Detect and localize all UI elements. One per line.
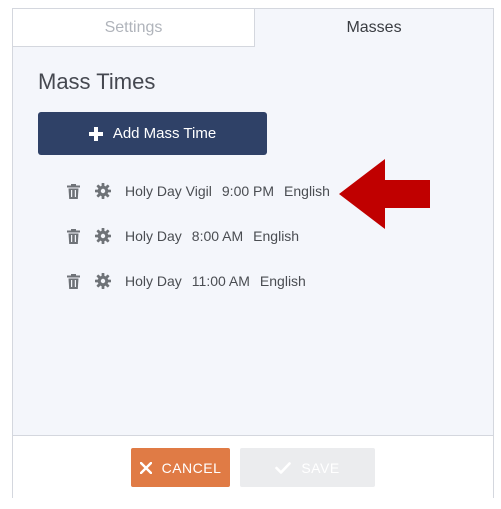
list-item: Holy Day 11:00 AM English xyxy=(65,270,316,292)
mass-time: 9:00 PM xyxy=(221,183,275,199)
mass-name: Holy Day xyxy=(125,228,182,244)
cancel-label: CANCEL xyxy=(161,459,222,476)
trash-icon[interactable] xyxy=(65,182,81,200)
mass-name: Holy Day xyxy=(125,273,182,289)
mass-entry-text: Holy Day 11:00 AM English xyxy=(125,273,316,289)
save-label: SAVE xyxy=(301,459,340,476)
save-button[interactable]: SAVE xyxy=(240,448,375,487)
page-title: Mass Times xyxy=(38,69,156,94)
plus-icon xyxy=(88,126,103,141)
gear-icon[interactable] xyxy=(95,272,111,290)
list-item: Holy Day Vigil 9:00 PM English xyxy=(65,180,340,202)
mass-entry-text: Holy Day 8:00 AM English xyxy=(125,228,309,244)
mass-time: 11:00 AM xyxy=(191,273,250,289)
tab-masses[interactable]: Masses xyxy=(255,9,493,47)
trash-icon[interactable] xyxy=(65,227,81,245)
cancel-button[interactable]: CANCEL xyxy=(131,448,230,487)
mass-entry-text: Holy Day Vigil 9:00 PM English xyxy=(125,183,340,199)
masses-content: Mass Times Add Mass Time Holy Day Vigil 9… xyxy=(13,47,493,435)
mass-time: 8:00 AM xyxy=(191,228,244,244)
dialog-footer: CANCEL SAVE xyxy=(13,435,493,498)
mass-language: English xyxy=(284,183,330,199)
mass-language: English xyxy=(259,273,306,289)
tab-settings[interactable]: Settings xyxy=(13,9,255,47)
gear-icon[interactable] xyxy=(95,182,111,200)
gear-icon[interactable] xyxy=(95,227,111,245)
add-mass-time-label: Add Mass Time xyxy=(112,125,217,142)
mass-times-panel: Settings Masses Mass Times Add Mass Time… xyxy=(12,8,494,498)
check-icon xyxy=(275,461,292,474)
trash-icon[interactable] xyxy=(65,272,81,290)
add-mass-time-button[interactable]: Add Mass Time xyxy=(38,112,267,155)
mass-name: Holy Day Vigil xyxy=(125,183,212,199)
mass-language: English xyxy=(253,228,300,244)
red-arrow-annotation xyxy=(339,159,430,229)
tab-bar: Settings Masses xyxy=(13,9,493,47)
list-item: Holy Day 8:00 AM English xyxy=(65,225,309,247)
x-icon xyxy=(139,461,152,474)
